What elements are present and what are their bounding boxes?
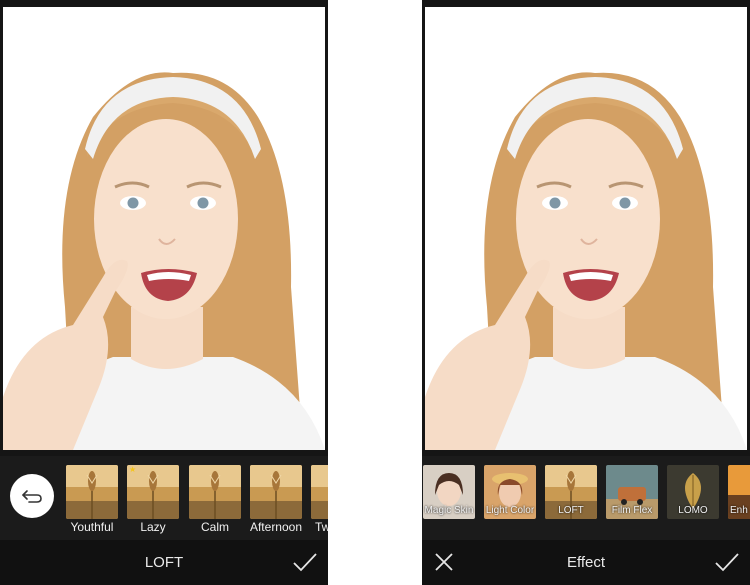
filter-screen: Youthful ★ ★ Lazy Calm Afternoon Tw LOFT — [0, 0, 328, 585]
effect-label: LOMO — [678, 505, 708, 516]
effect-thumb-loft[interactable]: LOFT — [545, 465, 597, 519]
portrait-image — [425, 7, 747, 450]
screen-title: Effect — [566, 554, 606, 571]
wheat-thumbnail — [189, 465, 241, 519]
effect-label: Enh — [730, 505, 748, 516]
checkmark-icon[interactable] — [714, 550, 740, 574]
effect-label: LOFT — [558, 505, 584, 516]
checkmark-icon[interactable] — [292, 550, 318, 574]
filter-label: Calm — [200, 520, 229, 534]
photo-preview — [425, 7, 747, 450]
filter-thumb-youthful[interactable] — [66, 465, 118, 519]
filter-label: Lazy — [140, 520, 166, 534]
filter-label: Tw — [315, 520, 328, 534]
filter-label: Youthful — [70, 520, 114, 534]
filter-thumb-calm[interactable] — [189, 465, 241, 519]
filter-strip[interactable]: Youthful ★ ★ Lazy Calm Afternoon Tw — [0, 456, 328, 540]
effect-thumb-magic-skin[interactable]: Magic Skin — [423, 465, 475, 519]
wheat-thumbnail — [66, 465, 118, 519]
favorite-star-icon: ★ — [129, 465, 137, 474]
effect-label: Film Flex — [611, 505, 653, 516]
bottom-bar: LOFT — [0, 540, 328, 585]
effect-thumb-partial[interactable]: Enh — [728, 465, 750, 519]
filter-thumb-afternoon[interactable] — [250, 465, 302, 519]
effect-thumb-lomo[interactable]: LOMO — [667, 465, 719, 519]
filter-label: Afternoon — [249, 520, 303, 534]
portrait-image — [3, 7, 325, 450]
effect-thumb-light-color[interactable]: Light Color — [484, 465, 536, 519]
current-filter-title: LOFT — [144, 554, 184, 571]
effect-thumb-film-flex[interactable]: Film Flex — [606, 465, 658, 519]
wheat-thumbnail — [250, 465, 302, 519]
wheat-thumbnail — [311, 465, 328, 519]
filter-thumb-partial[interactable] — [311, 465, 328, 519]
effect-screen: Magic Skin Light Color LOFT Film Flex LO… — [422, 0, 750, 585]
bottom-bar: Effect — [422, 540, 750, 585]
undo-button[interactable] — [10, 474, 54, 518]
effect-label: Light Color — [485, 505, 535, 516]
undo-arrow-icon — [22, 490, 42, 503]
effect-strip[interactable]: Magic Skin Light Color LOFT Film Flex LO… — [422, 456, 750, 540]
effect-label: Magic Skin — [424, 505, 474, 516]
photo-preview — [3, 7, 325, 450]
